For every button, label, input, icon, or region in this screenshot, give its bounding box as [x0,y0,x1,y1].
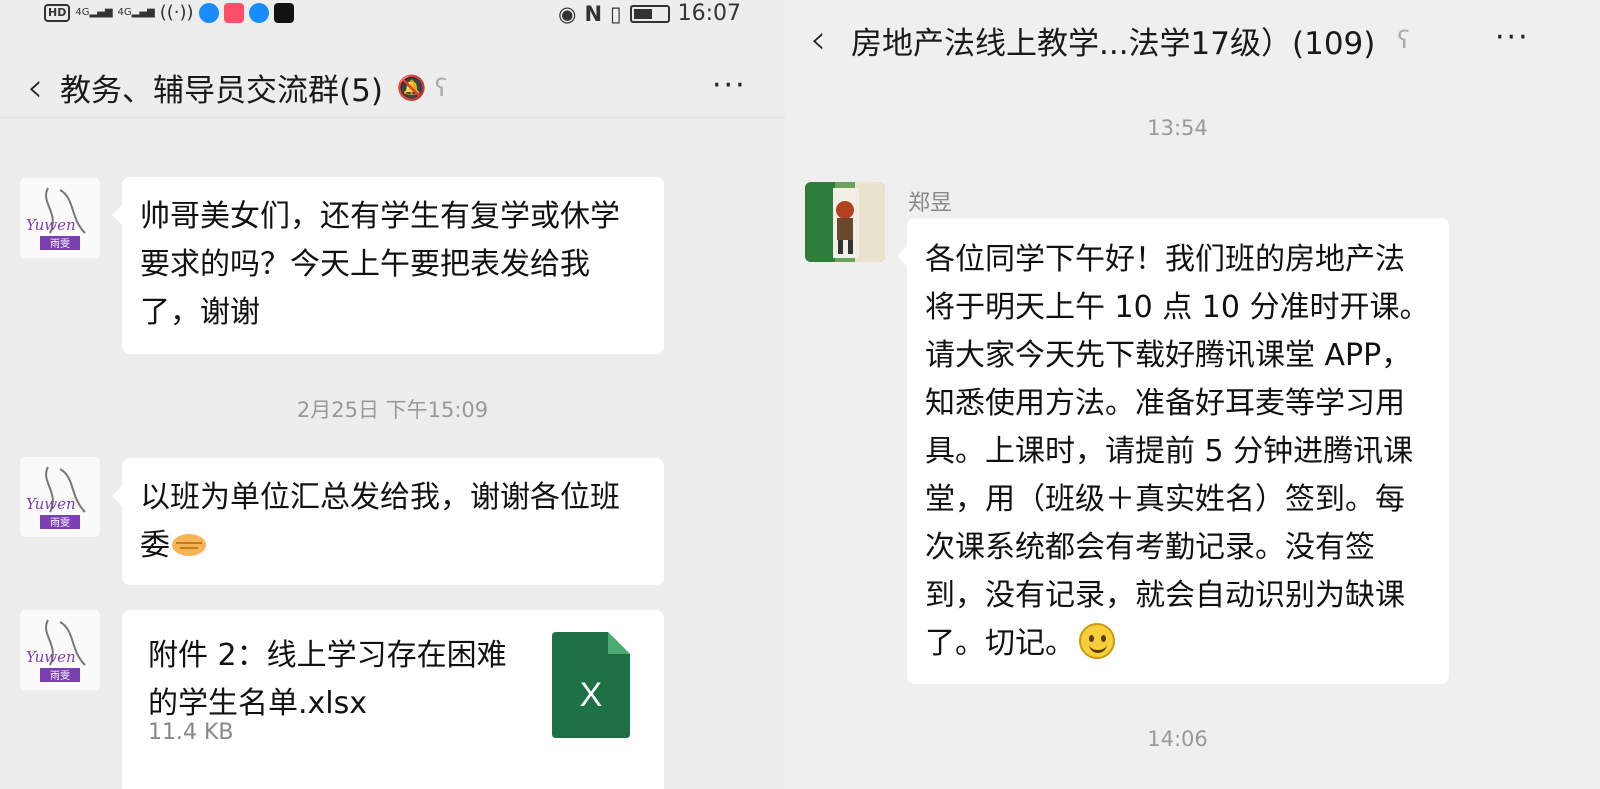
chat-title: 教务、辅导员交流群(5) [60,73,383,109]
message-text: 以班为单位汇总发给我，谢谢各位班委 [140,480,620,563]
svg-text:X: X [580,676,603,714]
svg-text:雨雯: 雨雯 [50,238,70,250]
status-time: 16:07 [677,1,741,26]
more-options-icon[interactable]: ··· [712,68,747,103]
file-message-card[interactable]: 附件 2：线上学习存在困难的学生名单.xlsx 11.4 KB X [122,610,664,789]
message-bubble[interactable]: 帅哥美女们，还有学生有复学或休学要求的吗？今天上午要把表发给我了，谢谢 [112,177,664,354]
svg-text:Yuwen: Yuwen [26,216,76,234]
avatar[interactable]: Yuwen 雨雯 [20,178,100,258]
wifi-icon: ((·)) [159,2,194,23]
message-timestamp: 14:06 [1147,727,1208,751]
message-bubble[interactable]: 以班为单位汇总发给我，谢谢各位班委 [112,458,664,585]
tiktok-icon [273,2,294,23]
status-left: HD 4G▂▄▆ 4G▂▄▆ ((·)) [44,2,294,23]
avatar-image [805,182,885,262]
svg-text:Yuwen: Yuwen [26,648,76,666]
svg-text:雨雯: 雨雯 [50,670,70,682]
file-size: 11.4 KB [148,720,234,745]
message-timestamp: 2月25日 下午15:09 [296,398,489,422]
message-text: 帅哥美女们，还有学生有复学或休学要求的吗？今天上午要把表发给我了，谢谢 [140,199,620,330]
mute-bell-icon: 🔕 [396,73,427,102]
message-text: 各位同学下午好！我们班的房地产法将于明天上午 10 点 10 分准时开课。请大家… [925,242,1430,661]
chat-header: ‹ 房地产法线上教学...法学17级）(109) ʕ ··· [785,10,1600,70]
left-chat-panel: HD 4G▂▄▆ 4G▂▄▆ ((·)) ◉ N ▯ 16:07 ‹ 教务、辅导… [0,0,785,789]
status-bar: HD 4G▂▄▆ 4G▂▄▆ ((·)) ◉ N ▯ 16:07 [0,0,785,30]
message-timestamp: 13:54 [1147,116,1208,140]
excel-file-icon: X [552,632,630,738]
message-bubble[interactable]: 各位同学下午好！我们班的房地产法将于明天上午 10 点 10 分准时开课。请大家… [897,218,1449,684]
svg-text:Yuwen: Yuwen [26,495,76,513]
app-icon-2 [223,2,244,23]
avatar-image: Yuwen 雨雯 [20,457,100,537]
status-right: ◉ N ▯ 16:07 [558,1,741,26]
chat-header: ‹ 教务、辅导员交流群(5) 🔕 ʕ ··· [0,58,785,118]
file-name: 附件 2：线上学习存在困难的学生名单.xlsx [148,638,507,721]
avatar[interactable]: Yuwen 雨雯 [20,610,100,690]
signal-4g-2: 4G▂▄▆ [117,6,155,18]
avatar[interactable] [805,182,885,262]
handshake-emoji-icon [172,534,206,556]
avatar[interactable]: Yuwen 雨雯 [20,457,100,537]
eye-icon: ◉ [558,1,577,26]
smiley-emoji-icon [1079,623,1115,659]
nfc-icon: N [584,1,603,26]
sender-name: 郑昱 [908,191,953,216]
battery-icon [629,4,670,23]
avatar-image: Yuwen 雨雯 [20,610,100,690]
vibrate-icon: ▯ [610,1,622,26]
back-icon[interactable]: ‹ [793,20,843,60]
chat-title: 房地产法线上教学...法学17级）(109) [851,25,1376,62]
more-options-icon[interactable]: ··· [1495,20,1530,55]
ear-icon: ʕ [1397,26,1410,54]
back-icon[interactable]: ‹ [10,68,60,108]
hd-indicator: HD [44,3,71,22]
app-icon-3 [248,2,269,23]
signal-4g-1: 4G▂▄▆ [75,6,113,18]
right-chat-panel: ‹ 房地产法线上教学...法学17级）(109) ʕ ··· 13:54 郑昱 … [785,0,1600,789]
svg-text:雨雯: 雨雯 [50,517,70,529]
app-icon-1 [198,2,219,23]
avatar-image: Yuwen 雨雯 [20,178,100,258]
ear-icon: ʕ [434,73,448,102]
